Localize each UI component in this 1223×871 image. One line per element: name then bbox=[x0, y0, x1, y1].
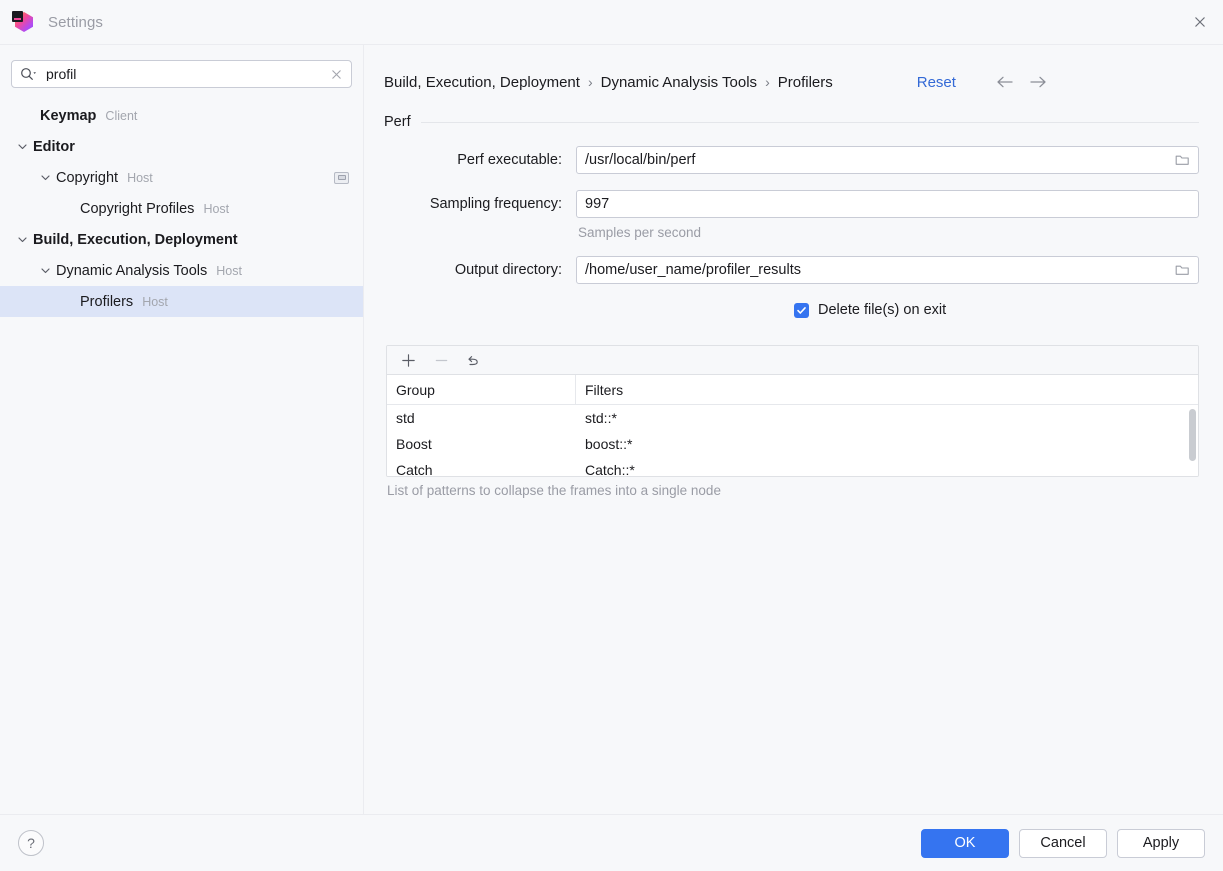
search-clear-icon[interactable] bbox=[328, 66, 344, 82]
breadcrumb-item-2[interactable]: Dynamic Analysis Tools bbox=[601, 74, 757, 91]
search-icon bbox=[20, 67, 37, 81]
field-value: /home/user_name/profiler_results bbox=[585, 262, 801, 278]
minus-icon bbox=[432, 351, 450, 369]
settings-sidebar: profil Keymap Client Editor Copyright Ho… bbox=[0, 45, 364, 814]
section-header-perf: Perf bbox=[384, 114, 1199, 130]
chevron-down-icon[interactable] bbox=[15, 140, 29, 154]
sidebar-item-copyright-profiles[interactable]: Copyright Profiles Host bbox=[0, 193, 363, 224]
field-label: Sampling frequency: bbox=[429, 196, 562, 212]
column-header-group[interactable]: Group bbox=[387, 375, 576, 404]
field-perf-executable: Perf executable: /usr/local/bin/perf bbox=[384, 146, 1199, 174]
field-output-directory: Output directory: /home/user_name/profil… bbox=[384, 256, 1199, 284]
sidebar-item-label: Keymap bbox=[40, 107, 97, 124]
cell-filters: Catch::* bbox=[585, 462, 635, 476]
apply-button[interactable]: Apply bbox=[1117, 828, 1205, 858]
sidebar-item-label: Profilers bbox=[80, 293, 134, 310]
sampling-frequency-input[interactable]: 997 bbox=[576, 190, 1199, 218]
table-scrollbar[interactable] bbox=[1189, 409, 1196, 461]
sidebar-item-tag: Host bbox=[216, 263, 242, 278]
breadcrumb-separator-icon: › bbox=[587, 74, 593, 90]
sidebar-item-profilers[interactable]: Profilers Host bbox=[0, 286, 363, 317]
window-title: Settings bbox=[48, 13, 103, 31]
table-row[interactable]: Boost boost::* bbox=[387, 431, 1198, 457]
sidebar-item-label: Editor bbox=[33, 138, 75, 155]
folder-icon[interactable] bbox=[1172, 150, 1192, 170]
cancel-button[interactable]: Cancel bbox=[1019, 828, 1107, 858]
sidebar-item-label: Build, Execution, Deployment bbox=[33, 231, 238, 248]
checkbox-label: Delete file(s) on exit bbox=[818, 302, 947, 318]
sidebar-item-copyright[interactable]: Copyright Host bbox=[0, 162, 363, 193]
cell-filters: std::* bbox=[585, 410, 617, 426]
sidebar-item-editor[interactable]: Editor bbox=[0, 131, 363, 162]
field-value: /usr/local/bin/perf bbox=[585, 152, 696, 168]
reset-button[interactable]: Reset bbox=[917, 74, 956, 91]
delete-files-on-exit-checkbox[interactable] bbox=[794, 302, 809, 318]
settings-dialog: Settings profil Keymap Client Editor Cop… bbox=[0, 0, 1223, 871]
column-header-filters[interactable]: Filters bbox=[576, 375, 1198, 404]
cell-filters: boost::* bbox=[585, 436, 633, 452]
table-row[interactable]: std std::* bbox=[387, 405, 1198, 431]
search-input[interactable]: profil bbox=[11, 60, 352, 88]
filters-table-toolbar bbox=[387, 346, 1198, 375]
dialog-footer: ? OK Cancel Apply bbox=[0, 814, 1223, 871]
module-badge-icon bbox=[334, 171, 349, 184]
field-value: 997 bbox=[585, 196, 610, 212]
field-label: Output directory: bbox=[454, 262, 562, 278]
chevron-down-icon[interactable] bbox=[38, 264, 52, 278]
cell-group: std bbox=[396, 410, 415, 426]
search-value: profil bbox=[46, 67, 77, 81]
plus-icon[interactable] bbox=[399, 351, 417, 369]
sidebar-item-label: Copyright bbox=[56, 169, 119, 186]
sidebar-item-tag: Host bbox=[127, 170, 153, 185]
breadcrumb-item-3[interactable]: Profilers bbox=[778, 74, 833, 91]
sampling-frequency-hint: Samples per second bbox=[578, 225, 702, 240]
filters-table: Group Filters std std::* Boost boost::* … bbox=[386, 345, 1199, 477]
section-title: Perf bbox=[384, 114, 411, 130]
cell-group: Catch bbox=[396, 462, 433, 476]
filters-table-body: std std::* Boost boost::* Catch Catch::* bbox=[387, 405, 1198, 476]
filters-table-header: Group Filters bbox=[387, 375, 1198, 405]
output-directory-input[interactable]: /home/user_name/profiler_results bbox=[576, 256, 1199, 284]
table-row[interactable]: Catch Catch::* bbox=[387, 457, 1198, 476]
close-icon[interactable] bbox=[1185, 7, 1215, 37]
sidebar-item-tag: Host bbox=[203, 201, 230, 216]
title-bar: Settings bbox=[0, 0, 1223, 45]
sidebar-item-keymap[interactable]: Keymap Client bbox=[0, 100, 363, 131]
arrow-right-icon[interactable] bbox=[1029, 73, 1047, 91]
arrow-left-icon[interactable] bbox=[996, 73, 1014, 91]
sidebar-item-label: Dynamic Analysis Tools bbox=[56, 262, 208, 279]
settings-main-panel: Build, Execution, Deployment › Dynamic A… bbox=[364, 45, 1223, 814]
field-label: Perf executable: bbox=[457, 152, 562, 168]
sidebar-item-dynamic-analysis-tools[interactable]: Dynamic Analysis Tools Host bbox=[0, 255, 363, 286]
navigation-arrows bbox=[996, 73, 1047, 91]
breadcrumb-item-1[interactable]: Build, Execution, Deployment bbox=[384, 74, 580, 91]
breadcrumb-separator-icon: › bbox=[765, 74, 770, 90]
help-icon[interactable]: ? bbox=[18, 830, 44, 856]
dialog-body: profil Keymap Client Editor Copyright Ho… bbox=[0, 45, 1223, 814]
section-divider bbox=[420, 121, 1199, 123]
chevron-down-icon[interactable] bbox=[15, 233, 29, 247]
field-sampling-frequency: Sampling frequency: 997 bbox=[384, 190, 1199, 218]
folder-icon[interactable] bbox=[1172, 260, 1192, 280]
chevron-down-icon[interactable] bbox=[38, 171, 52, 185]
sidebar-item-label: Copyright Profiles bbox=[80, 200, 195, 217]
sidebar-item-tag: Client bbox=[105, 108, 138, 123]
settings-tree: Keymap Client Editor Copyright Host Copy… bbox=[0, 100, 363, 317]
sidebar-item-tag: Host bbox=[142, 294, 168, 309]
undo-icon[interactable] bbox=[465, 351, 483, 369]
breadcrumb: Build, Execution, Deployment › Dynamic A… bbox=[384, 59, 1199, 105]
perf-executable-input[interactable]: /usr/local/bin/perf bbox=[576, 146, 1199, 174]
delete-files-on-exit-row: Delete file(s) on exit bbox=[794, 302, 1199, 318]
sidebar-item-build-execution-deployment[interactable]: Build, Execution, Deployment bbox=[0, 224, 363, 255]
clion-nova-icon bbox=[12, 11, 34, 33]
cell-group: Boost bbox=[396, 436, 432, 452]
filters-table-hint: List of patterns to collapse the frames … bbox=[387, 483, 721, 498]
ok-button[interactable]: OK bbox=[921, 828, 1009, 858]
